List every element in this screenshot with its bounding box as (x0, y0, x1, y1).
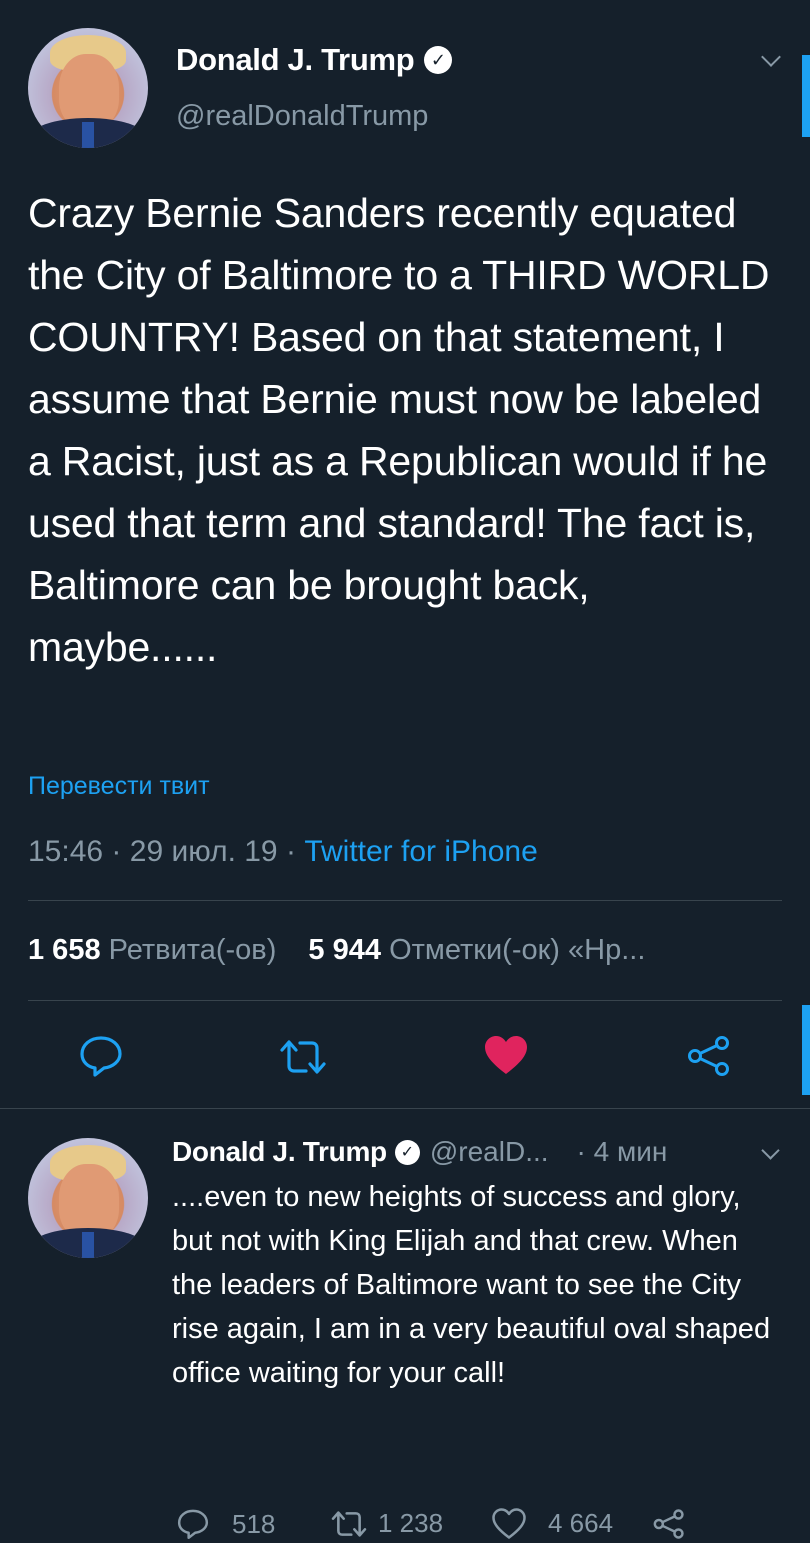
divider (0, 1108, 810, 1109)
likes-stat[interactable]: 5 944 Отметки(-ок) «Нр... (308, 934, 645, 966)
share-icon (653, 1509, 684, 1539)
reply-author-name[interactable]: Donald J. Trump (172, 1136, 387, 1168)
reply-share-button[interactable] (652, 1508, 696, 1540)
scrollbar-thumb[interactable] (802, 55, 810, 137)
divider (28, 1000, 782, 1001)
retweet-button[interactable] (278, 1038, 328, 1076)
heart-icon (492, 1508, 526, 1539)
likes-label: Отметки(-ок) «Нр... (389, 934, 646, 966)
reply-retweets-button[interactable]: 1 238 (330, 1508, 443, 1539)
tweet-time: 15:46 (28, 835, 104, 868)
author-name-row[interactable]: Donald J. Trump ✓ (176, 42, 453, 78)
likes-count: 4 664 (548, 1508, 614, 1538)
meta-separator: · (111, 835, 122, 868)
tweet-text: Crazy Bernie Sanders recently equated th… (28, 190, 770, 670)
tweet-meta: 15:46 · 29 июл. 19 · Twitter for iPhone (28, 835, 538, 869)
reply-likes-button[interactable]: 4 664 (492, 1508, 613, 1539)
reply-age: · 4 мин (576, 1136, 668, 1167)
avatar[interactable] (28, 1138, 148, 1258)
replies-count: 518 (232, 1508, 276, 1539)
reply-author-row[interactable]: Donald J. Trump ✓ @realD... · 4 мин (172, 1136, 667, 1168)
reply-button[interactable] (78, 1034, 124, 1078)
reply-author-handle[interactable]: @realD... (430, 1136, 549, 1168)
share-button[interactable] (686, 1034, 732, 1078)
retweets-count: 1 658 (28, 934, 101, 966)
translate-tweet-link[interactable]: Перевести твит (28, 772, 210, 801)
reply-replies-button[interactable]: 518 (176, 1508, 275, 1540)
chevron-down-icon[interactable] (761, 47, 781, 67)
retweet-icon (331, 1510, 367, 1537)
share-icon (688, 1036, 729, 1076)
avatar[interactable] (28, 28, 148, 148)
reply-icon (80, 1036, 122, 1077)
like-button[interactable] (483, 1034, 529, 1076)
engagement-stats: 1 658 Ретвита(-ов) 5 944 Отметки(-ок) «Н… (28, 934, 645, 967)
tweet-source-link[interactable]: Twitter for iPhone (304, 835, 537, 868)
meta-separator: · (285, 835, 296, 868)
retweets-label: Ретвита(-ов) (108, 934, 277, 966)
retweets-count: 1 238 (378, 1508, 444, 1538)
chevron-down-icon[interactable] (761, 1141, 780, 1160)
tweet-date: 29 июл. 19 (129, 835, 278, 868)
author-handle[interactable]: @realDonaldTrump (176, 100, 428, 133)
likes-count: 5 944 (308, 934, 381, 966)
verified-icon: ✓ (394, 1139, 420, 1165)
scrollbar-thumb[interactable] (802, 1005, 810, 1095)
retweet-icon (280, 1040, 326, 1074)
retweets-stat[interactable]: 1 658 Ретвита(-ов) (28, 934, 284, 966)
reply-text: ....even to new heights of success and g… (172, 1181, 771, 1389)
verified-icon: ✓ (424, 46, 453, 74)
divider (28, 900, 782, 901)
heart-filled-icon (485, 1036, 527, 1074)
author-name[interactable]: Donald J. Trump (176, 42, 415, 78)
reply-icon (177, 1509, 209, 1540)
